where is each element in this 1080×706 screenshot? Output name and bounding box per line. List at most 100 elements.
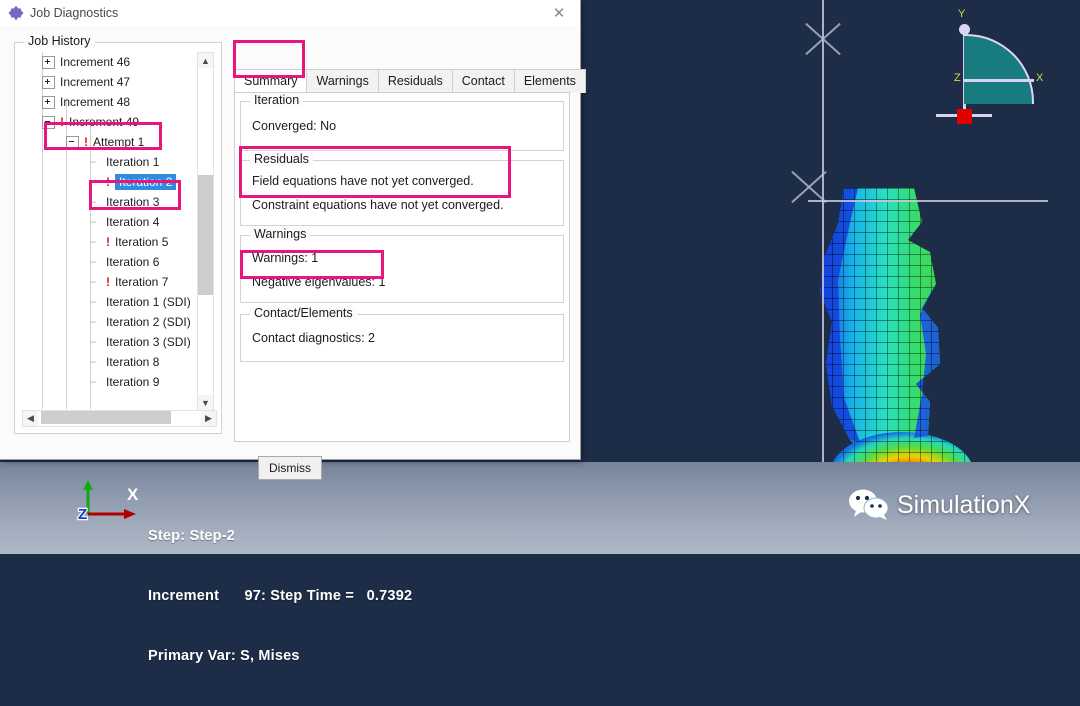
- expand-icon[interactable]: [42, 55, 55, 69]
- tree-node[interactable]: –! Iteration 5: [22, 232, 200, 252]
- tree-branch-icon: –: [90, 376, 97, 388]
- tree-node[interactable]: –! Iteration 2: [22, 172, 200, 192]
- tab-residuals[interactable]: Residuals: [377, 69, 453, 93]
- error-marker-icon: !: [106, 175, 110, 189]
- tree-node[interactable]: – Iteration 1: [22, 152, 200, 172]
- triad-x-label: X: [127, 485, 139, 504]
- job-history-label: Job History: [24, 34, 95, 48]
- tree-vscroll-thumb[interactable]: [198, 175, 213, 295]
- tree-node-label: Attempt 1: [93, 135, 145, 149]
- error-marker-icon: !: [84, 135, 88, 149]
- residual-line-2: Constraint equations have not yet conver…: [252, 198, 504, 212]
- error-marker-icon: !: [60, 115, 64, 129]
- tree-branch-icon: –: [90, 296, 97, 308]
- contact-diagnostics: Contact diagnostics: 2: [252, 331, 375, 345]
- gizmo-rotation-arc: [964, 34, 1034, 104]
- gizmo-base-handle[interactable]: [957, 109, 972, 124]
- tree-node[interactable]: –! Iteration 7: [22, 272, 200, 292]
- tree-node-label: Iteration 6: [106, 255, 160, 269]
- tree-node-label: Iteration 1: [106, 155, 160, 169]
- tree-node[interactable]: – Iteration 3: [22, 192, 200, 212]
- residuals-group-label: Residuals: [250, 152, 313, 166]
- tab-warnings[interactable]: Warnings: [306, 69, 379, 93]
- warnings-count: Warnings: 1: [252, 251, 319, 265]
- contact-elements-group: Contact/Elements Contact diagnostics: 2: [240, 306, 564, 362]
- tree-hscroll-thumb[interactable]: [41, 411, 171, 424]
- job-history-group: Job History Increment 46 Increment 47 Incr…: [14, 34, 222, 434]
- collapse-icon[interactable]: [66, 135, 79, 149]
- diagnostics-tabs[interactable]: Summary Warnings Residuals Contact Elements: [234, 69, 586, 93]
- tree-node[interactable]: – Iteration 6: [22, 252, 200, 272]
- status-increment: Increment 97: Step Time = 0.7392: [148, 588, 413, 604]
- tree-node-label: Iteration 1 (SDI): [106, 295, 191, 309]
- tab-elements[interactable]: Elements: [513, 69, 586, 93]
- chevron-right-icon[interactable]: ▶: [201, 411, 216, 426]
- gizmo-y-label: Y: [958, 8, 966, 20]
- tree-node[interactable]: ! Attempt 1: [22, 132, 200, 152]
- tree-branch-icon: –: [90, 156, 97, 168]
- tree-node[interactable]: – Iteration 2 (SDI): [22, 312, 200, 332]
- residual-line-1: Field equations have not yet converged.: [252, 174, 474, 188]
- dialog-body: Job History Increment 46 Increment 47 Incr…: [0, 26, 586, 480]
- tree-node[interactable]: – Iteration 4: [22, 212, 200, 232]
- expand-icon[interactable]: [42, 75, 55, 89]
- wechat-icon: [849, 489, 889, 520]
- tab-summary[interactable]: Summary: [234, 69, 308, 93]
- error-marker-icon: !: [106, 235, 110, 249]
- tree-node-label: Iteration 4: [106, 215, 160, 229]
- chevron-down-icon[interactable]: ▼: [198, 395, 213, 410]
- tree-node[interactable]: – Iteration 1 (SDI): [22, 292, 200, 312]
- tree-horizontal-scrollbar[interactable]: ◀ ▶: [22, 410, 217, 427]
- tree-node-label: Iteration 7: [115, 275, 169, 289]
- tree-branch-icon: –: [90, 176, 97, 188]
- contact-group-label: Contact/Elements: [250, 306, 357, 320]
- tree-node[interactable]: ! Increment 49: [22, 112, 200, 132]
- tree-node[interactable]: Increment 46: [22, 52, 200, 72]
- tree-node[interactable]: Increment 48: [22, 92, 200, 112]
- tree-node[interactable]: – Iteration 3 (SDI): [22, 332, 200, 352]
- datum-horizontal-line: [808, 200, 1048, 202]
- tree-node-label: Iteration 3 (SDI): [106, 335, 191, 349]
- tree-node-label: Iteration 2 (SDI): [106, 315, 191, 329]
- chevron-up-icon[interactable]: ▲: [198, 53, 213, 68]
- chevron-left-icon[interactable]: ◀: [23, 411, 38, 426]
- status-primary-var: Primary Var: S, Mises: [148, 648, 300, 664]
- constraint-symbol-top: [800, 15, 846, 61]
- watermark: SimulationX: [848, 489, 1030, 521]
- collapse-icon[interactable]: [42, 115, 55, 129]
- svg-text:Z: Z: [78, 506, 87, 523]
- tree-node-label: Increment 48: [60, 95, 131, 109]
- tree-branch-icon: –: [90, 216, 97, 228]
- dialog-title: Job Diagnostics: [30, 6, 119, 20]
- tree-vertical-scrollbar[interactable]: ▲ ▼: [197, 52, 214, 411]
- negative-eigenvalues: Negative eigenvalues: 1: [252, 275, 386, 289]
- gizmo-x-label: X: [1036, 72, 1044, 84]
- tree-node-label: Increment 47: [60, 75, 131, 89]
- gizmo-horizontal-axis: [964, 79, 1034, 82]
- tree-node[interactable]: – Iteration 9: [22, 372, 200, 392]
- tree-node-label: Iteration 5: [115, 235, 169, 249]
- tree-node-label: Increment 49: [69, 115, 140, 129]
- tree-node[interactable]: Increment 47: [22, 72, 200, 92]
- job-diagnostics-dialog[interactable]: Job Diagnostics ✕ Job History Increment …: [0, 0, 586, 480]
- tree-node[interactable]: – Iteration 8: [22, 352, 200, 372]
- viewport-status-text: Step: Step-2 Increment 97: Step Time = 0…: [148, 486, 412, 706]
- view-rotation-gizmo[interactable]: Y Z X: [936, 6, 1060, 124]
- tab-contact[interactable]: Contact: [451, 69, 515, 93]
- watermark-text: SimulationX: [897, 490, 1031, 519]
- expand-icon[interactable]: [42, 95, 55, 109]
- converged-value: Converged: No: [252, 119, 337, 133]
- tree-node-label: Increment 46: [60, 55, 131, 69]
- tree-branch-icon: –: [90, 276, 97, 288]
- iteration-group-label: Iteration: [250, 93, 304, 107]
- job-history-tree[interactable]: Increment 46 Increment 47 Increment 48! Inc…: [22, 52, 200, 409]
- warnings-group: Warnings Warnings: 1 Negative eigenvalue…: [240, 227, 564, 303]
- close-icon[interactable]: ✕: [542, 1, 576, 25]
- dialog-title-bar[interactable]: Job Diagnostics ✕: [0, 0, 580, 26]
- error-marker-icon: !: [106, 275, 110, 289]
- abaqus-logo-icon: [8, 5, 24, 21]
- tree-branch-icon: –: [90, 356, 97, 368]
- tree-node-label: Iteration 9: [106, 375, 160, 389]
- constraint-symbol-mid: [786, 163, 832, 209]
- dismiss-button[interactable]: Dismiss: [258, 456, 322, 480]
